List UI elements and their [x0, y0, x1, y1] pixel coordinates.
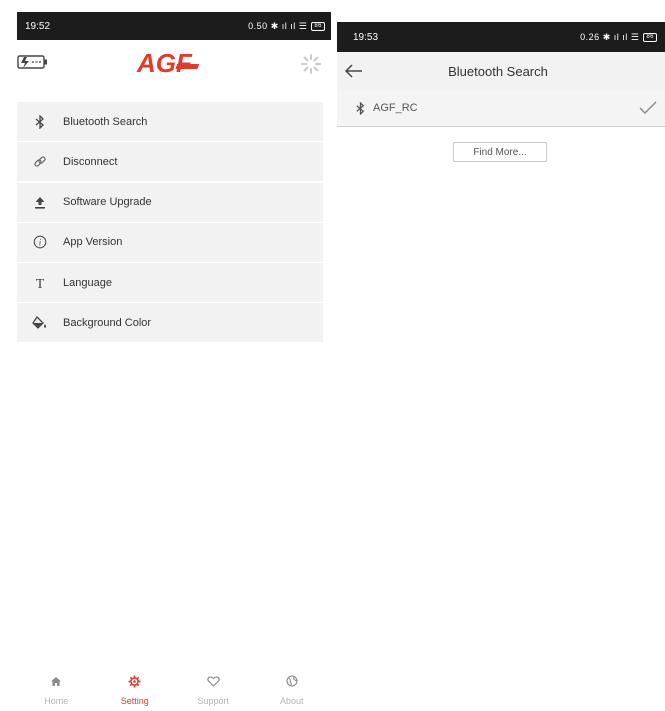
nav-item-setting[interactable]: Setting — [100, 672, 170, 711]
nav-label: Setting — [120, 696, 149, 706]
text-icon: T — [17, 276, 63, 290]
logo-text: AGF — [136, 48, 193, 78]
nav-item-about[interactable]: About — [257, 672, 327, 711]
svg-text:i: i — [39, 238, 42, 248]
check-icon — [633, 101, 663, 115]
device-name: AGF_RC — [373, 102, 418, 114]
status-bar: 19:53 0.26 ✱ ıl ıl ☰ 86 — [337, 22, 665, 52]
device-row[interactable]: AGF_RC — [337, 90, 665, 127]
menu-item-bluetooth-search[interactable]: Bluetooth Search — [17, 102, 323, 141]
bluetooth-icon — [349, 101, 371, 115]
menu-label: Bluetooth Search — [63, 115, 148, 128]
menu-label: Language — [63, 276, 112, 289]
status-battery: 86 — [311, 21, 325, 31]
nav-label: Support — [197, 696, 230, 706]
bottom-nav: Home Setting Support About — [17, 672, 331, 711]
globe-icon — [286, 672, 298, 690]
status-time: 19:52 — [25, 20, 51, 32]
settings-screen: 19:52 0.50 ✱ ıl ıl ☰ 86 AGF Bluetooth Se… — [17, 12, 331, 711]
menu-label: Software Upgrade — [63, 196, 152, 209]
gear-icon — [128, 672, 141, 690]
agf-logo: AGF — [135, 48, 211, 78]
battery-charging-icon[interactable] — [17, 54, 49, 70]
nav-item-home[interactable]: Home — [21, 672, 91, 711]
menu-item-background-color[interactable]: Background Color — [17, 303, 323, 343]
info-icon: i — [17, 235, 63, 249]
status-icons: 0.50 ✱ ıl ıl ☰ 86 — [248, 21, 325, 32]
bluetooth-icon — [17, 114, 63, 129]
nav-item-support[interactable]: Support — [178, 672, 248, 711]
paint-bucket-icon — [17, 315, 63, 330]
link-icon — [17, 155, 63, 169]
bluetooth-search-screen: 19:53 0.26 ✱ ıl ıl ☰ 86 Bluetooth Search… — [337, 12, 665, 711]
page-title: Bluetooth Search — [448, 63, 548, 79]
upload-icon — [17, 196, 63, 209]
menu-label: Background Color — [63, 316, 152, 329]
home-icon — [50, 672, 62, 690]
status-time: 19:53 — [353, 31, 379, 43]
find-more-button[interactable]: Find More... — [453, 142, 547, 162]
status-icons-text: 0.50 ✱ ıl ıl ☰ — [248, 20, 308, 31]
menu-item-software-upgrade[interactable]: Software Upgrade — [17, 182, 323, 222]
status-battery: 86 — [643, 32, 657, 42]
menu-item-disconnect[interactable]: Disconnect — [17, 142, 323, 182]
loading-spinner-icon — [301, 54, 321, 74]
menu-item-app-version[interactable]: i App Version — [17, 222, 323, 262]
menu-label: Disconnect — [63, 155, 118, 168]
status-icons-text: 0.26 ✱ ıl ıl ☰ — [580, 31, 640, 42]
arrow-left-icon[interactable] — [337, 64, 371, 78]
menu-item-language[interactable]: T Language — [17, 263, 323, 303]
status-icons: 0.26 ✱ ıl ıl ☰ 86 — [580, 32, 657, 43]
top-bar: Bluetooth Search — [337, 52, 665, 90]
nav-label: About — [279, 696, 304, 706]
svg-text:T: T — [36, 277, 45, 290]
status-bar: 19:52 0.50 ✱ ıl ıl ☰ 86 — [17, 12, 331, 40]
nav-label: Home — [44, 696, 69, 706]
menu-label: App Version — [63, 236, 123, 249]
settings-menu: Bluetooth Search Disconnect Software Upg… — [17, 102, 323, 344]
app-header: AGF — [17, 40, 331, 88]
heart-icon — [206, 672, 220, 690]
